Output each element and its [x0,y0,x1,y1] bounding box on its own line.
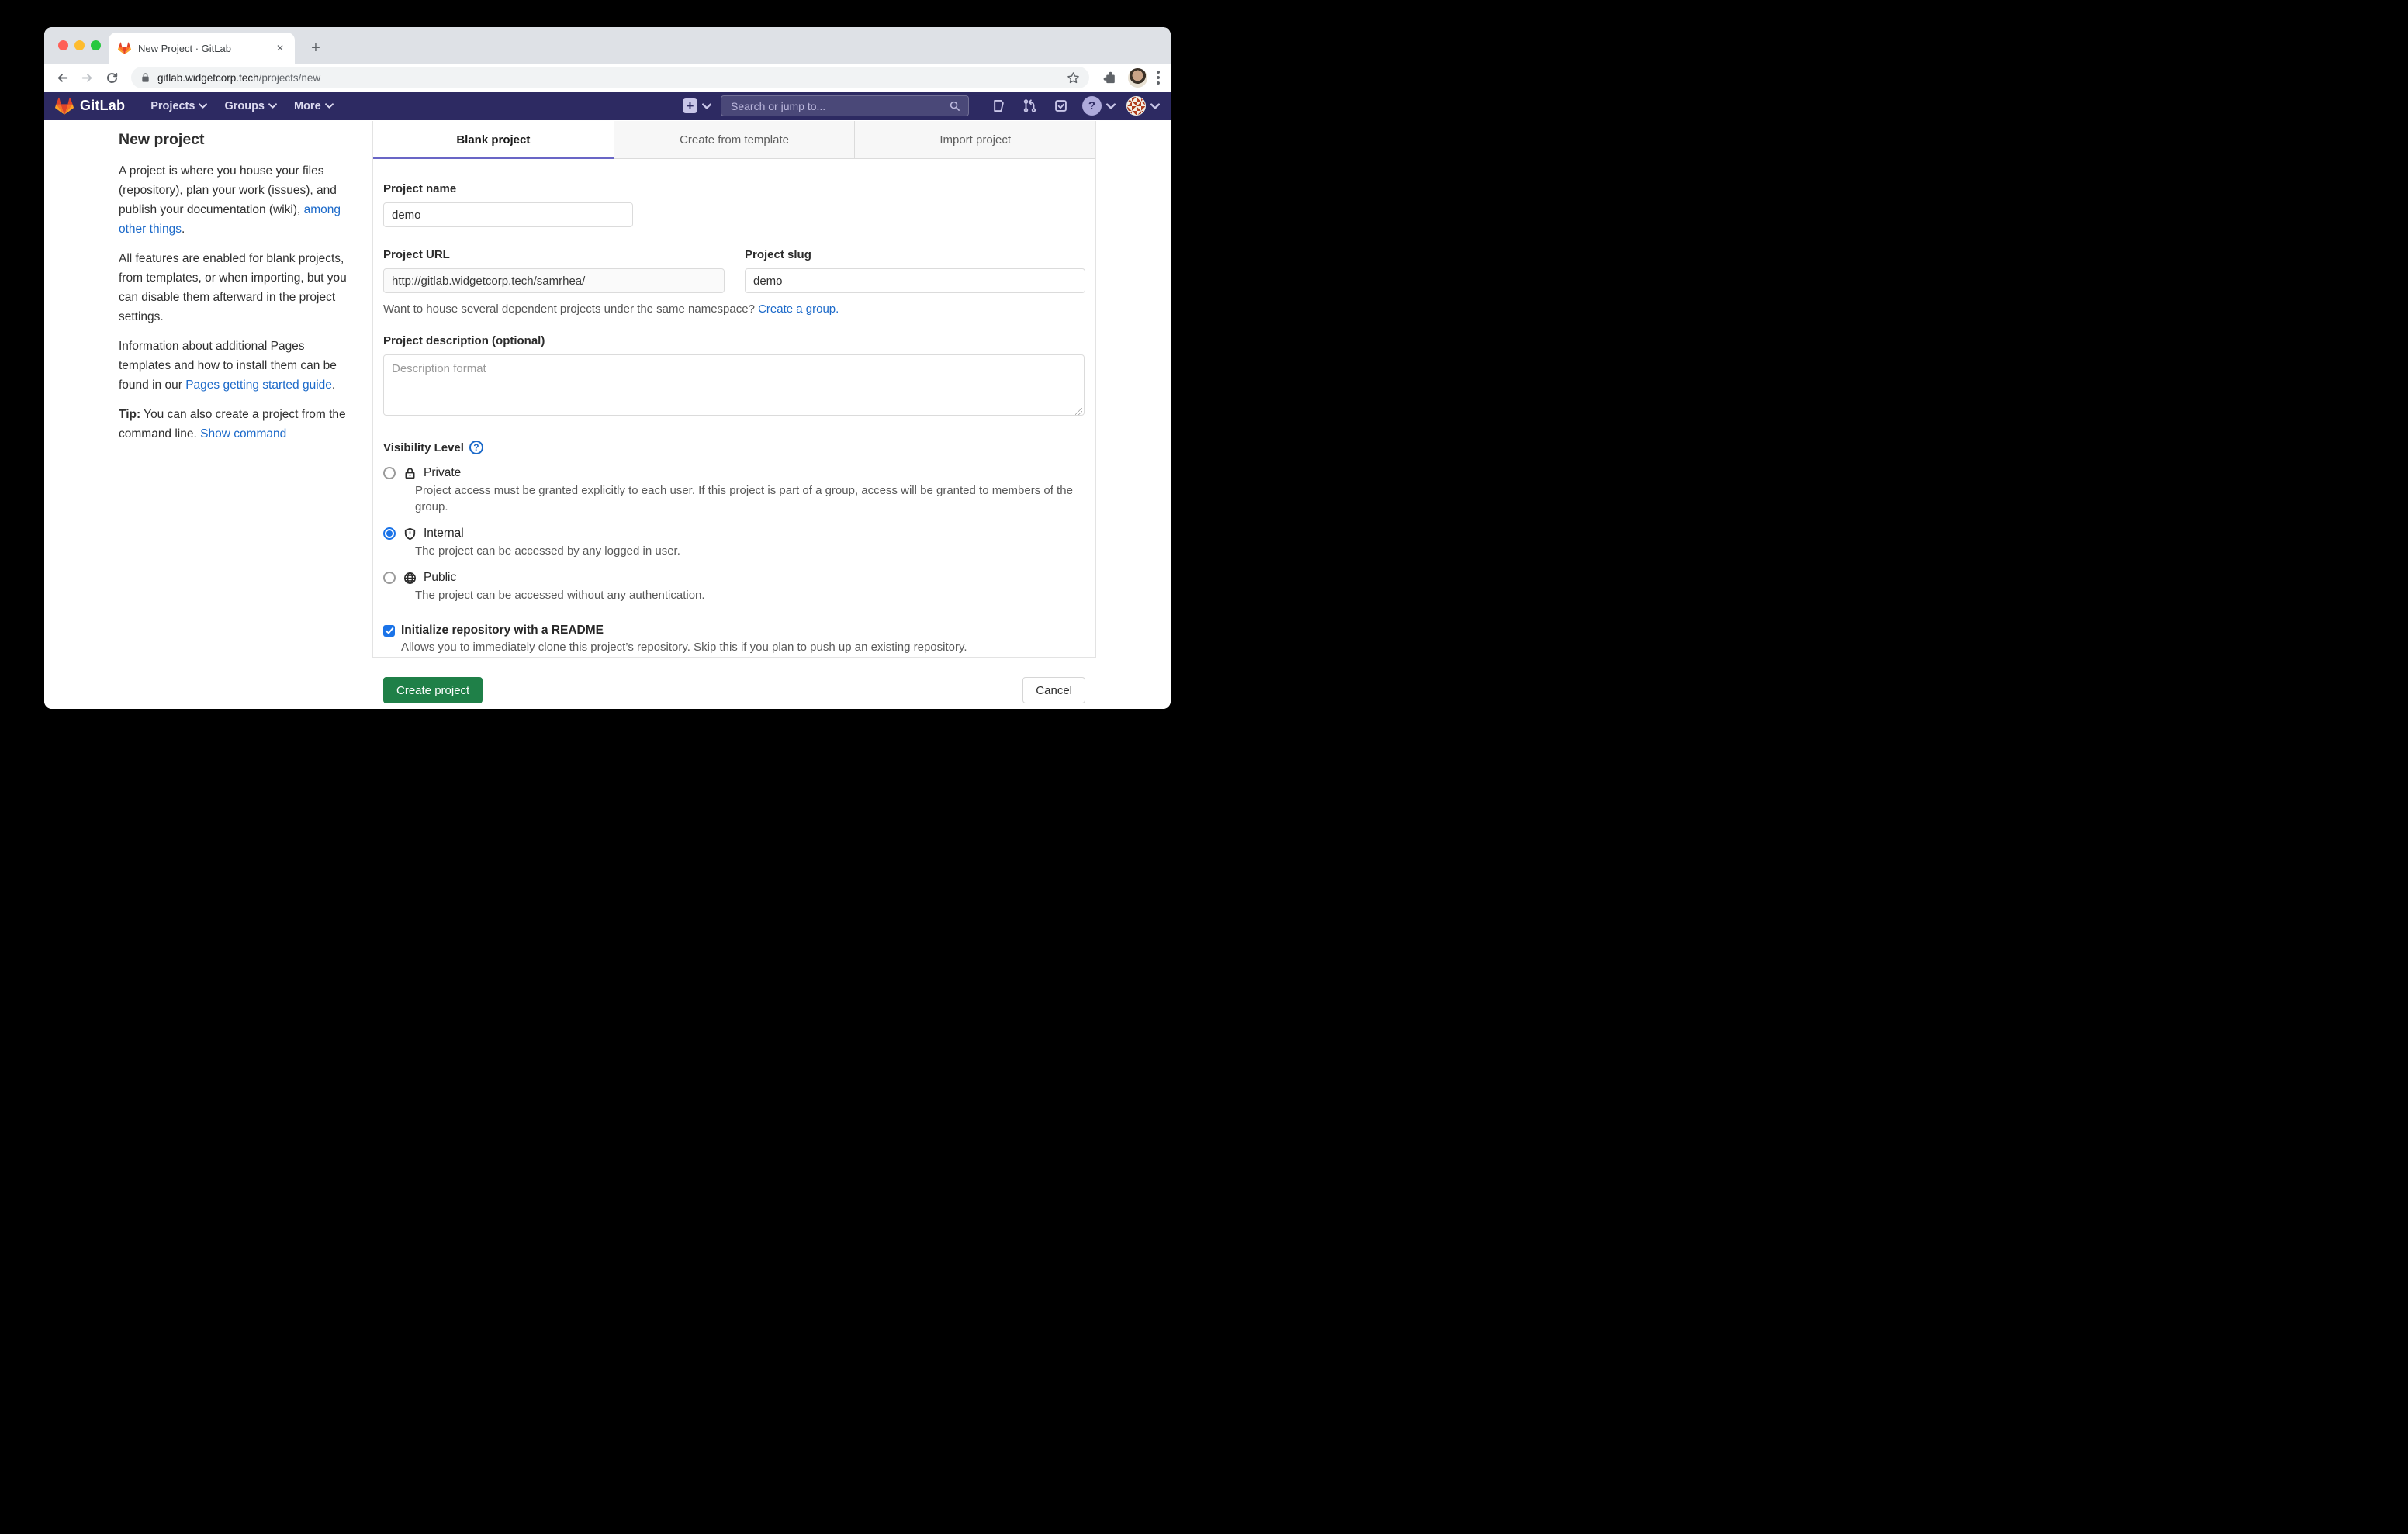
project-name-label: Project name [383,182,1085,195]
nav-menu-groups[interactable]: Groups [224,100,277,112]
lock-icon [403,466,417,480]
chevron-down-icon [325,103,334,109]
project-url-input[interactable] [383,268,725,293]
page-content: New project A project is where you house… [44,120,1171,709]
search-input[interactable] [729,99,949,113]
readme-checkbox[interactable] [383,625,395,637]
help-icon[interactable]: ? [1082,96,1102,116]
chevron-down-icon[interactable] [1150,103,1160,109]
project-name-input[interactable] [383,202,633,227]
merge-requests-icon[interactable] [1022,98,1037,114]
visibility-option-public: Public The project can be accessed witho… [383,571,1085,603]
create-project-button[interactable]: Create project [383,677,483,703]
sidebar-paragraph: A project is where you house your files … [119,161,355,239]
project-type-tabs: Blank project Create from template Impor… [373,121,1095,159]
project-slug-label: Project slug [745,248,1085,261]
tab-title: New Project · GitLab [138,43,273,54]
todos-icon[interactable] [1053,98,1068,114]
nav-menu-more[interactable]: More [294,100,334,112]
search-icon [949,100,960,112]
nav-menu-projects[interactable]: Projects [150,100,207,112]
project-slug-input[interactable] [745,268,1085,293]
public-radio[interactable] [383,572,396,584]
sidebar-tip: Tip: You can also create a project from … [119,405,355,444]
browser-toolbar: gitlab.widgetcorp.tech/projects/new [44,64,1171,92]
visibility-level-label: Visibility Level [383,441,464,454]
project-url-label: Project URL [383,248,725,261]
tab-import-project[interactable]: Import project [855,121,1095,158]
bookmark-star-icon[interactable] [1067,71,1080,85]
shield-icon [403,527,417,541]
new-project-sidebar: New project A project is where you house… [119,131,355,454]
browser-window: New Project · GitLab ✕ + gitlab.widgetco… [44,27,1171,709]
show-command-link[interactable]: Show command [200,427,286,441]
readme-description: Allows you to immediately clone this pro… [401,641,1085,654]
tanuki-icon [55,97,74,116]
global-search[interactable] [721,95,969,116]
readme-label: Initialize repository with a README [401,624,604,637]
new-menu-plus-icon[interactable]: + [683,98,697,113]
visibility-option-private: Private Project access must be granted e… [383,466,1085,515]
project-description-label: Project description (optional) [383,334,1085,347]
internal-radio[interactable] [383,527,396,540]
user-avatar[interactable] [1126,96,1146,116]
pages-guide-link[interactable]: Pages getting started guide [185,378,332,392]
fullscreen-window-button[interactable] [91,40,101,50]
gitlab-favicon-icon [118,42,131,55]
chevron-down-icon[interactable] [1106,103,1116,109]
reload-icon[interactable] [102,67,122,88]
new-project-panel: Blank project Create from template Impor… [372,121,1096,658]
window-controls [58,40,101,50]
back-icon[interactable] [52,67,72,88]
gitlab-navbar: GitLab Projects Groups More + [44,92,1171,120]
globe-icon [403,571,417,585]
private-radio[interactable] [383,467,396,479]
lock-icon [140,72,150,83]
chevron-down-icon[interactable] [702,103,711,109]
project-description-textarea[interactable] [383,354,1085,416]
gitlab-wordmark: GitLab [80,98,125,114]
tab-blank-project[interactable]: Blank project [373,121,614,158]
chevron-down-icon [268,103,277,109]
namespace-helper: Want to house several dependent projects… [383,302,1085,316]
minimize-window-button[interactable] [74,40,85,50]
sidebar-paragraph: All features are enabled for blank proje… [119,249,355,326]
chevron-down-icon [199,103,207,109]
extensions-puzzle-icon[interactable] [1100,67,1120,88]
page-title: New project [119,131,355,149]
new-tab-button[interactable]: + [306,39,326,57]
browser-tab[interactable]: New Project · GitLab ✕ [109,33,295,64]
issues-icon[interactable] [991,98,1006,114]
blank-project-form: Project name Project URL Project slug Wa… [373,159,1095,709]
browser-tab-strip: New Project · GitLab ✕ + [44,27,1171,64]
gitlab-logo[interactable]: GitLab [55,97,125,116]
url-path: /projects/new [259,72,321,84]
url-host: gitlab.widgetcorp.tech [157,72,259,84]
visibility-option-internal: Internal The project can be accessed by … [383,527,1085,559]
close-window-button[interactable] [58,40,68,50]
tab-create-from-template[interactable]: Create from template [614,121,856,158]
visibility-help-icon[interactable]: ? [469,441,483,454]
cancel-button[interactable]: Cancel [1022,677,1085,703]
create-a-group-link[interactable]: Create a group. [758,302,839,316]
address-bar[interactable]: gitlab.widgetcorp.tech/projects/new [131,67,1089,88]
browser-profile-avatar[interactable] [1128,68,1147,88]
browser-menu-icon[interactable] [1157,71,1160,85]
sidebar-paragraph: Information about additional Pages templ… [119,337,355,395]
forward-icon[interactable] [77,67,97,88]
tab-close-icon[interactable]: ✕ [273,41,287,55]
